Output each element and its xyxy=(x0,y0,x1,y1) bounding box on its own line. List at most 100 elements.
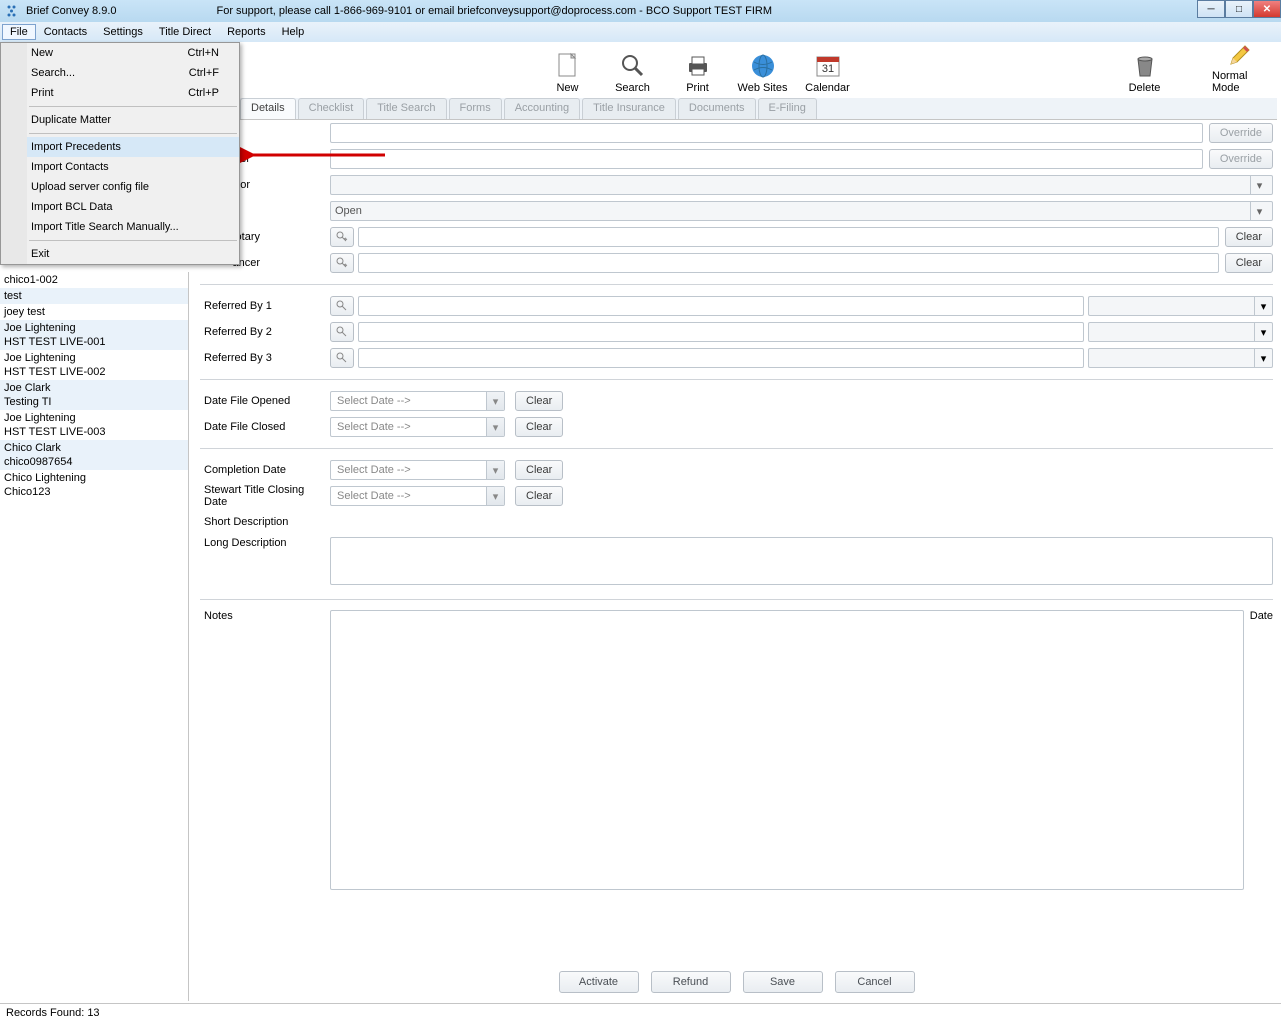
date-file-closed-input[interactable]: Select Date -->▾ xyxy=(330,417,505,437)
action-bar: Activate Refund Save Cancel xyxy=(200,971,1273,997)
notes-textarea[interactable] xyxy=(330,610,1244,890)
menu-bar: File Contacts Settings Title Direct Repo… xyxy=(0,22,1281,42)
toolbar-print-button[interactable]: Print xyxy=(670,42,725,94)
tab-forms[interactable]: Forms xyxy=(449,98,502,119)
matter-list-sidebar: chico1-002 test joey test Joe Lightening… xyxy=(0,272,189,1001)
list-item[interactable]: Chico Clarkchico0987654 xyxy=(0,440,188,470)
tab-documents[interactable]: Documents xyxy=(678,98,756,119)
menu-reports[interactable]: Reports xyxy=(219,24,274,40)
file-menu-new[interactable]: NewCtrl+N xyxy=(1,43,239,63)
minimize-button[interactable]: ─ xyxy=(1197,0,1225,18)
file-menu-import-precedents[interactable]: Import Precedents xyxy=(1,137,239,157)
menu-title-direct[interactable]: Title Direct xyxy=(151,24,219,40)
toolbar-normal-mode-button[interactable]: Normal Mode xyxy=(1212,42,1267,94)
globe-icon xyxy=(749,52,777,80)
referred3-type-select[interactable]: ▾ xyxy=(1088,348,1273,368)
tab-checklist[interactable]: Checklist xyxy=(298,98,365,119)
matter-number-input[interactable] xyxy=(330,149,1203,169)
referred2-lookup-button[interactable] xyxy=(330,322,354,342)
long-description-input[interactable] xyxy=(330,537,1273,585)
save-button[interactable]: Save xyxy=(743,971,823,993)
tab-title-search[interactable]: Title Search xyxy=(366,98,446,119)
conveyancer-input[interactable] xyxy=(358,253,1219,273)
referred1-lookup-button[interactable] xyxy=(330,296,354,316)
new-document-icon xyxy=(554,52,582,80)
activate-button[interactable]: Activate xyxy=(559,971,639,993)
referred1-input[interactable] xyxy=(358,296,1084,316)
toolbar-search-button[interactable]: Search xyxy=(605,42,660,94)
referred2-type-select[interactable]: ▾ xyxy=(1088,322,1273,342)
maximize-button[interactable]: □ xyxy=(1225,0,1253,18)
list-item[interactable]: Joe LighteningHST TEST LIVE-003 xyxy=(0,410,188,440)
menu-settings[interactable]: Settings xyxy=(95,24,151,40)
file-menu-import-bcl-data[interactable]: Import BCL Data xyxy=(1,197,239,217)
details-form: Override ber Override or ▾ Open▾ /Notary… xyxy=(200,122,1273,973)
file-menu-exit[interactable]: Exit xyxy=(1,244,239,264)
toolbar-calendar-button[interactable]: 31 Calendar xyxy=(800,42,855,94)
list-item[interactable]: joey test xyxy=(0,304,188,320)
list-item[interactable]: Joe ClarkTesting TI xyxy=(0,380,188,410)
file-menu-print[interactable]: PrintCtrl+P xyxy=(1,83,239,103)
stewart-clear-button[interactable]: Clear xyxy=(515,486,563,506)
referred3-lookup-button[interactable] xyxy=(330,348,354,368)
completion-date-input[interactable]: Select Date -->▾ xyxy=(330,460,505,480)
conveyancer-clear-button[interactable]: Clear xyxy=(1225,253,1273,273)
toolbar-delete-button[interactable]: Delete xyxy=(1117,42,1172,94)
list-item[interactable]: Joe LighteningHST TEST LIVE-001 xyxy=(0,320,188,350)
tab-e-filing[interactable]: E-Filing xyxy=(758,98,817,119)
file-menu-duplicate-matter[interactable]: Duplicate Matter xyxy=(1,110,239,130)
lawyer-lookup-button[interactable] xyxy=(330,227,354,247)
conveyancer-lookup-button[interactable] xyxy=(330,253,354,273)
file-menu-import-contacts[interactable]: Import Contacts xyxy=(1,157,239,177)
tab-title-insurance[interactable]: Title Insurance xyxy=(582,98,676,119)
list-item[interactable]: test xyxy=(0,288,188,304)
status-bar: Records Found: 13 xyxy=(0,1003,1281,1023)
tab-accounting[interactable]: Accounting xyxy=(504,98,580,119)
override-button-2[interactable]: Override xyxy=(1209,149,1273,169)
print-icon xyxy=(684,52,712,80)
toolbar-new-button[interactable]: New xyxy=(540,42,595,94)
list-item[interactable]: chico1-002 xyxy=(0,272,188,288)
close-button[interactable]: ✕ xyxy=(1253,0,1281,18)
list-item[interactable]: Joe LighteningHST TEST LIVE-002 xyxy=(0,350,188,380)
stewart-title-date-input[interactable]: Select Date -->▾ xyxy=(330,486,505,506)
window-controls: ─ □ ✕ xyxy=(1197,0,1281,18)
pencil-icon xyxy=(1226,42,1254,68)
notes-date-button[interactable]: Date xyxy=(1250,610,1273,622)
referred1-type-select[interactable]: ▾ xyxy=(1088,296,1273,316)
acting-for-select[interactable]: ▾ xyxy=(330,175,1273,195)
lawyer-clear-button[interactable]: Clear xyxy=(1225,227,1273,247)
file-menu-search[interactable]: Search...Ctrl+F xyxy=(1,63,239,83)
search-icon xyxy=(619,52,647,80)
completion-clear-button[interactable]: Clear xyxy=(515,460,563,480)
tab-details[interactable]: Details xyxy=(240,98,296,119)
lawyer-input[interactable] xyxy=(358,227,1219,247)
trash-icon xyxy=(1131,52,1159,80)
file-number-input[interactable] xyxy=(330,123,1203,143)
referred3-input[interactable] xyxy=(358,348,1084,368)
app-icon xyxy=(6,4,20,18)
list-item[interactable]: Chico LighteningChico123 xyxy=(0,470,188,500)
records-found-label: Records Found: 13 xyxy=(6,1007,100,1019)
status-select[interactable]: Open▾ xyxy=(330,201,1273,221)
menu-contacts[interactable]: Contacts xyxy=(36,24,95,40)
toolbar-websites-button[interactable]: Web Sites xyxy=(735,42,790,94)
menu-help[interactable]: Help xyxy=(274,24,313,40)
title-bar: Brief Convey 8.9.0 For support, please c… xyxy=(0,0,1281,22)
referred2-input[interactable] xyxy=(358,322,1084,342)
app-title: Brief Convey 8.9.0 xyxy=(26,5,117,17)
menu-file[interactable]: File xyxy=(2,24,36,40)
override-button[interactable]: Override xyxy=(1209,123,1273,143)
cancel-button[interactable]: Cancel xyxy=(835,971,915,993)
file-menu-upload-server-config[interactable]: Upload server config file xyxy=(1,177,239,197)
svg-text:31: 31 xyxy=(821,63,833,75)
date-file-opened-input[interactable]: Select Date -->▾ xyxy=(330,391,505,411)
date-opened-clear-button[interactable]: Clear xyxy=(515,391,563,411)
file-menu-dropdown: NewCtrl+N Search...Ctrl+F PrintCtrl+P Du… xyxy=(0,42,240,265)
main-toolbar: New Search Print Web Sites 31 Calendar D… xyxy=(240,42,1277,97)
short-desc-spacer xyxy=(330,512,1273,532)
date-closed-clear-button[interactable]: Clear xyxy=(515,417,563,437)
refund-button[interactable]: Refund xyxy=(651,971,731,993)
file-menu-import-title-search-manually[interactable]: Import Title Search Manually... xyxy=(1,217,239,237)
calendar-icon: 31 xyxy=(814,52,842,80)
